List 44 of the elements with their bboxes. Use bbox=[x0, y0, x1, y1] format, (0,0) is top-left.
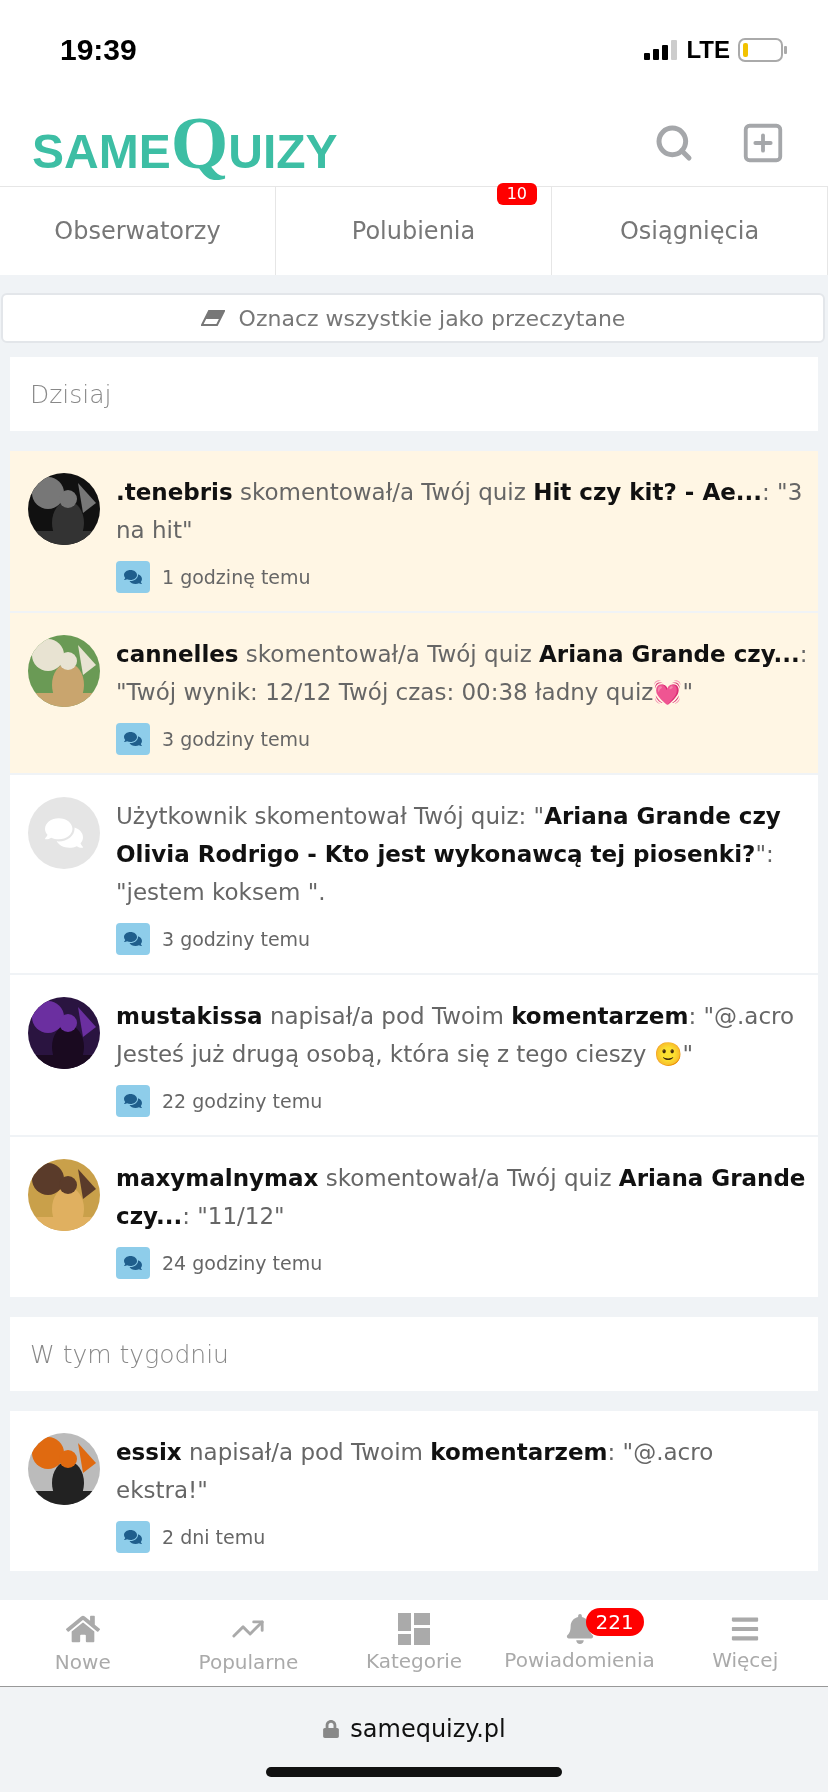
comment-icon bbox=[116, 1521, 150, 1553]
notification-item[interactable]: Użytkownik skomentował Twój quiz: "Ariana Grande czy Olivia Rodrigo - Kto jest wykonawcą tej piosenki?": "jestem koksem ". 3 godziny temu bbox=[10, 775, 818, 973]
comment-icon bbox=[116, 723, 150, 755]
notification-text: .tenebris skomentował/a Twój quiz Hit czy kit? - Ae...: "3 na hit" bbox=[116, 478, 804, 545]
signal-icon bbox=[644, 40, 679, 60]
bell-icon bbox=[564, 1614, 595, 1644]
comment-icon bbox=[116, 1247, 150, 1279]
notification-item[interactable]: mustakissa napisał/a pod Twoim komentarzem: "@.acro Jesteś już drugą osobą, która się z tego cieszy 🙂" 22 godziny temu bbox=[10, 975, 818, 1135]
nav-item[interactable]: Nowe bbox=[0, 1600, 166, 1686]
nav-item[interactable]: Popularne bbox=[165, 1600, 332, 1686]
notification-text: Użytkownik skomentował Twój quiz: "Ariana Grande czy Olivia Rodrigo - Kto jest wykonawcą tej piosenki?": "jestem koksem ". bbox=[116, 802, 782, 907]
notification-text: essix napisał/a pod Twoim komentarzem: "@.acro ekstra!" bbox=[116, 1438, 715, 1505]
notification-item[interactable]: cannelles skomentował/a Twój quiz Ariana Grande czy...: "Twój wynik: 12/12 Twój czas: 00:38 ładny quiz💓" 3 godziny temu bbox=[10, 613, 818, 773]
notification-text: cannelles skomentował/a Twój quiz Ariana Grande czy...: "Twój wynik: 12/12 Twój czas: 00:38 ładny quiz💓" bbox=[116, 640, 808, 707]
timestamp: 3 godziny temu bbox=[162, 728, 311, 750]
notification-text: maxymalnymax skomentował/a Twój quiz Ariana Grande czy...: "11/12" bbox=[116, 1164, 807, 1231]
network-label: LTE bbox=[686, 36, 730, 64]
battery-icon bbox=[738, 38, 788, 62]
notification-item[interactable]: .tenebris skomentował/a Twój quiz Hit czy kit? - Ae...: "3 na hit" 1 godzinę temu bbox=[10, 451, 818, 611]
notification-text: mustakissa napisał/a pod Twoim komentarzem: "@.acro Jesteś już drugą osobą, która się z tego cieszy 🙂" bbox=[116, 1002, 796, 1069]
comment-icon bbox=[116, 561, 150, 593]
lock-icon bbox=[322, 1720, 341, 1738]
url-text: samequizy.pl bbox=[350, 1715, 506, 1743]
section-heading: Dzisiaj bbox=[10, 357, 818, 431]
section-heading: W tym tygodniu bbox=[10, 1317, 818, 1391]
dashboard-icon bbox=[398, 1613, 430, 1645]
timestamp: 22 godziny temu bbox=[162, 1090, 323, 1112]
timestamp: 24 godziny temu bbox=[162, 1252, 323, 1274]
count-badge: 221 bbox=[585, 1608, 644, 1636]
timestamp: 3 godziny temu bbox=[162, 928, 311, 950]
search-button[interactable] bbox=[654, 123, 694, 163]
clock: 19:39 bbox=[60, 33, 137, 67]
timestamp: 1 godzinę temu bbox=[162, 566, 311, 588]
notification-item[interactable]: maxymalnymax skomentował/a Twój quiz Ariana Grande czy...: "11/12" 24 godziny temu bbox=[10, 1137, 818, 1297]
comment-icon bbox=[116, 1085, 150, 1117]
nav-item[interactable]: Kategorie bbox=[331, 1600, 497, 1686]
eraser-icon bbox=[200, 310, 225, 326]
mark-all-read-button[interactable]: Oznacz wszystkie jako przeczytane bbox=[1, 293, 825, 343]
timestamp: 2 dni temu bbox=[162, 1526, 266, 1548]
notification-item[interactable]: essix napisał/a pod Twoim komentarzem: "@.acro ekstra!" 2 dni temu bbox=[10, 1411, 818, 1571]
count-badge: 10 bbox=[496, 183, 537, 205]
comment-icon bbox=[116, 923, 150, 955]
nav-item[interactable]: Powiadomienia 221 bbox=[496, 1600, 663, 1686]
nav-item[interactable]: Więcej bbox=[662, 1600, 828, 1686]
